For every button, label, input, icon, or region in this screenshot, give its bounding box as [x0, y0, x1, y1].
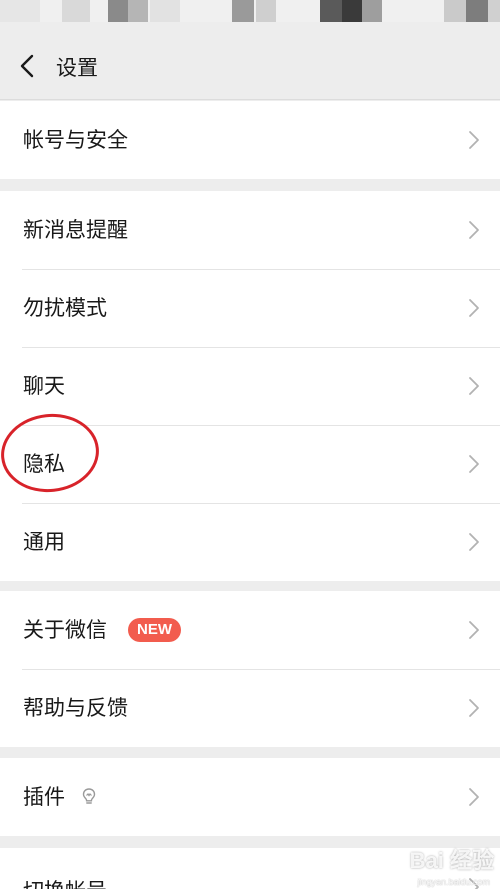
back-button[interactable] — [12, 48, 42, 84]
settings-item-plugins[interactable]: 插件 — [0, 758, 500, 836]
settings-item-label: 关于微信 — [23, 618, 107, 642]
chevron-left-icon — [20, 54, 34, 78]
chevron-right-icon — [469, 299, 479, 317]
settings-item-general[interactable]: 通用 — [0, 503, 500, 581]
settings-group-general: 新消息提醒 勿扰模式 聊天 隐私 通用 — [0, 191, 500, 581]
settings-group-about: 关于微信 NEW 帮助与反馈 — [0, 591, 500, 747]
settings-item-label: 新消息提醒 — [23, 218, 128, 242]
settings-group-account: 帐号与安全 — [0, 101, 500, 179]
settings-item-label: 帮助与反馈 — [23, 696, 128, 720]
new-badge: NEW — [128, 618, 181, 642]
settings-group-plugins: 插件 — [0, 758, 500, 836]
settings-item-account-security[interactable]: 帐号与安全 — [0, 101, 500, 179]
settings-item-label: 隐私 — [23, 452, 65, 476]
watermark-logo: Bai 经验 — [409, 848, 494, 873]
settings-item-label: 勿扰模式 — [23, 296, 107, 320]
settings-item-label: 聊天 — [23, 374, 65, 398]
settings-item-label: 帐号与安全 — [23, 128, 128, 152]
settings-screen: 设置 帐号与安全 新消息提醒 勿扰模式 聊天 隐私 通用 关于微信 NEW 帮助… — [0, 0, 500, 889]
settings-item-label: 切换帐号 — [23, 876, 107, 889]
settings-item-label: 插件 — [23, 785, 65, 809]
nav-header: 设置 — [0, 22, 500, 100]
chevron-right-icon — [469, 131, 479, 149]
chevron-right-icon — [469, 533, 479, 551]
settings-item-help-feedback[interactable]: 帮助与反馈 — [0, 669, 500, 747]
lightbulb-icon — [82, 788, 96, 804]
status-bar — [0, 0, 500, 22]
settings-item-new-message-alerts[interactable]: 新消息提醒 — [0, 191, 500, 269]
chevron-right-icon — [469, 788, 479, 806]
page-title: 设置 — [56, 56, 98, 80]
chevron-right-icon — [469, 699, 479, 717]
settings-item-about-wechat[interactable]: 关于微信 NEW — [0, 591, 500, 669]
chevron-right-icon — [469, 221, 479, 239]
chevron-right-icon — [469, 455, 479, 473]
settings-item-chat[interactable]: 聊天 — [0, 347, 500, 425]
chevron-right-icon — [469, 377, 479, 395]
settings-item-label: 通用 — [23, 530, 65, 554]
chevron-right-icon — [469, 621, 479, 639]
settings-item-privacy[interactable]: 隐私 — [0, 425, 500, 503]
settings-item-do-not-disturb[interactable]: 勿扰模式 — [0, 269, 500, 347]
watermark-url: jingyan.baidu.com — [417, 877, 490, 887]
